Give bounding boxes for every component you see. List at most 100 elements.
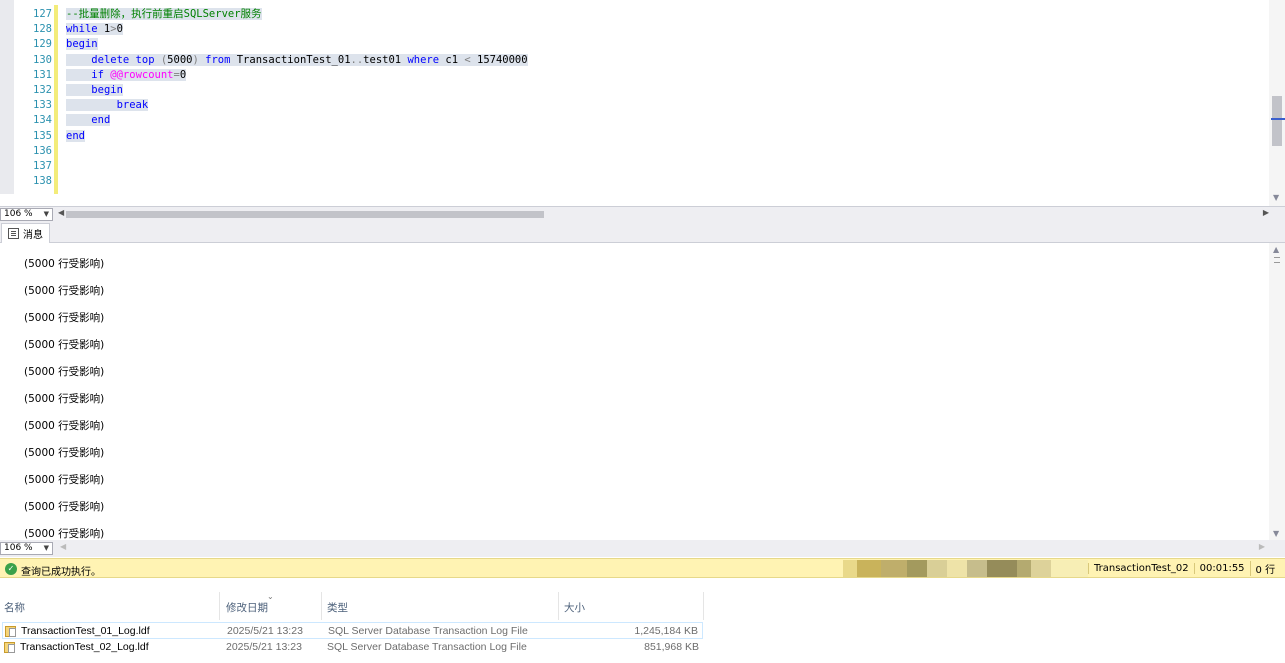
message-line: (5000 行受影响) xyxy=(24,366,105,378)
chevron-down-icon: ▼ xyxy=(43,210,49,218)
editor-margin xyxy=(0,0,14,194)
change-tracking-bar xyxy=(54,5,58,194)
column-header-type[interactable]: 类型 xyxy=(327,600,348,615)
column-divider[interactable] xyxy=(321,592,322,620)
file-explorer-list: 名称 ⌄ 修改日期 类型 大小 TransactionTest_01_Log.l… xyxy=(0,578,1285,663)
query-status-bar: ✓ 查询已成功执行。 TransactionTest_02 00:01:55 0… xyxy=(0,558,1285,578)
editor-scroll-thumb[interactable] xyxy=(1272,96,1282,146)
editor-zoom-bar: 106 % ▼ ◀ ▶ xyxy=(0,206,1285,221)
file-name: TransactionTest_01_Log.ldf xyxy=(21,625,150,637)
messages-pane[interactable]: ▲ ▼ (5000 行受影响) (5000 行受影响) (5000 行受影响) (50… xyxy=(0,243,1285,540)
editor-zoom-select[interactable]: 106 % ▼ xyxy=(0,208,53,221)
column-divider[interactable] xyxy=(703,592,704,620)
messages-scroll-thumb[interactable] xyxy=(1274,257,1280,263)
scroll-left-icon[interactable]: ◀ xyxy=(60,542,66,551)
scroll-right-icon[interactable]: ▶ xyxy=(1259,542,1265,551)
message-line: (5000 行受影响) xyxy=(24,285,105,297)
message-line: (5000 行受影响) xyxy=(24,339,105,351)
code-token: 5000 xyxy=(167,53,193,66)
code-line[interactable]: end xyxy=(66,113,528,128)
scroll-up-icon[interactable]: ▲ xyxy=(1273,245,1279,254)
tab-messages[interactable]: 消息 xyxy=(1,223,50,243)
line-number: 136 xyxy=(33,144,52,157)
code-token: c1 xyxy=(439,53,465,66)
column-header-name[interactable]: 名称 xyxy=(4,600,25,615)
status-message: 查询已成功执行。 xyxy=(21,567,101,578)
status-database: TransactionTest_02 xyxy=(1088,563,1194,574)
code-token: 15740000 xyxy=(470,53,528,66)
line-number: 132 xyxy=(33,83,52,96)
editor-horizontal-scroll-thumb[interactable] xyxy=(66,211,544,218)
code-line[interactable]: begin xyxy=(66,83,528,98)
file-type: SQL Server Database Transaction Log File xyxy=(327,641,527,653)
success-check-icon: ✓ xyxy=(5,563,17,575)
line-number: 130 xyxy=(33,53,52,66)
message-line: (5000 行受影响) xyxy=(24,447,105,459)
code-line[interactable]: delete top (5000) from TransactionTest_0… xyxy=(66,53,528,68)
code-area[interactable]: --批量删除，执行前重启SQLServer服务 while 1>0 begin de… xyxy=(66,7,528,189)
line-number: 135 xyxy=(33,129,52,142)
code-token: while xyxy=(66,23,98,36)
log-file-icon xyxy=(4,642,15,653)
code-token: 0 xyxy=(179,68,187,81)
message-line: (5000 行受影响) xyxy=(24,528,105,540)
code-line[interactable]: --批量删除，执行前重启SQLServer服务 xyxy=(66,7,528,22)
code-line[interactable] xyxy=(66,159,528,174)
file-type: SQL Server Database Transaction Log File xyxy=(328,625,528,637)
results-zoom-bar: 106 % ▼ ◀ ▶ xyxy=(0,540,1285,557)
line-number: 134 xyxy=(33,114,52,127)
code-token: begin xyxy=(91,83,123,96)
column-divider[interactable] xyxy=(558,592,559,620)
file-row[interactable]: TransactionTest_01_Log.ldf 2025/5/21 13:… xyxy=(2,622,703,639)
code-line[interactable]: end xyxy=(66,129,528,144)
code-token: end xyxy=(91,114,111,127)
code-line[interactable]: begin xyxy=(66,37,528,52)
code-token: where xyxy=(407,53,440,66)
column-header-date[interactable]: 修改日期 xyxy=(226,600,268,615)
scroll-down-icon[interactable]: ▼ xyxy=(1273,529,1279,538)
file-date: 2025/5/21 13:23 xyxy=(226,641,302,653)
message-line: (5000 行受影响) xyxy=(24,420,105,432)
scroll-down-icon[interactable]: ▼ xyxy=(1273,193,1279,202)
line-number: 127 xyxy=(33,8,52,20)
line-number: 133 xyxy=(33,99,52,112)
query-editor[interactable]: 127 128 129 130 131 132 133 134 135 136 137 138 --批… xyxy=(0,0,1285,206)
app-root: 127 128 129 130 131 132 133 134 135 136 137 138 --批… xyxy=(0,0,1285,663)
file-date: 2025/5/21 13:23 xyxy=(227,625,303,637)
line-number: 129 xyxy=(33,38,52,51)
code-token: from xyxy=(198,53,231,66)
code-token: --批量删除，执行前重启SQLServer服务 xyxy=(66,8,262,20)
code-token: begin xyxy=(66,38,98,51)
editor-vertical-scrollbar[interactable]: ▼ xyxy=(1269,0,1285,206)
results-zoom-value: 106 % xyxy=(4,543,33,553)
column-divider[interactable] xyxy=(219,592,220,620)
code-token: @@rowcount xyxy=(110,68,174,81)
status-row-count: 0 行 xyxy=(1249,561,1281,576)
chevron-down-icon: ▼ xyxy=(43,544,49,552)
scroll-right-icon[interactable]: ▶ xyxy=(1263,208,1269,217)
file-row[interactable]: TransactionTest_02_Log.ldf 2025/5/21 13:… xyxy=(2,639,703,656)
line-number: 138 xyxy=(33,175,52,188)
column-header-size[interactable]: 大小 xyxy=(564,600,585,615)
code-token: ( xyxy=(154,53,168,66)
code-line[interactable] xyxy=(66,144,528,159)
code-line[interactable]: break xyxy=(66,98,528,113)
message-line: (5000 行受影响) xyxy=(24,474,105,486)
tab-messages-label: 消息 xyxy=(23,230,43,241)
code-line[interactable] xyxy=(66,174,528,189)
message-line: (5000 行受影响) xyxy=(24,312,105,324)
results-zoom-select[interactable]: 106 % ▼ xyxy=(0,542,53,555)
messages-vertical-scrollbar[interactable]: ▲ ▼ xyxy=(1269,243,1285,540)
line-number: 128 xyxy=(33,23,52,36)
results-tab-bar: 消息 xyxy=(0,221,1285,243)
code-line[interactable]: while 1>0 xyxy=(66,22,528,37)
file-size: 1,245,184 KB xyxy=(634,625,698,637)
code-line[interactable]: if @@rowcount=0 xyxy=(66,68,528,83)
code-token: if xyxy=(91,68,104,81)
scroll-left-icon[interactable]: ◀ xyxy=(58,208,64,217)
